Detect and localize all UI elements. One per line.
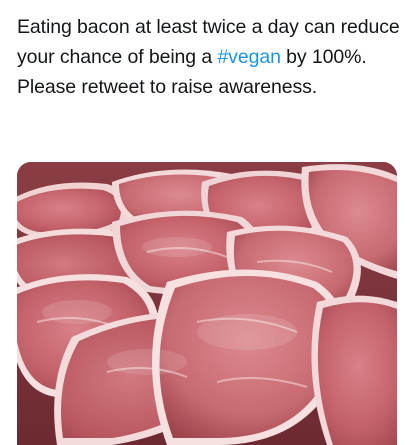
hashtag-link[interactable]: #vegan	[217, 46, 280, 68]
tweet-media-image[interactable]	[17, 162, 397, 445]
chop-front-4	[311, 295, 397, 445]
pork-chops-photo	[17, 162, 397, 445]
tweet-card: Eating bacon at least twice a day can re…	[0, 0, 414, 445]
tweet-text: Eating bacon at least twice a day can re…	[17, 12, 402, 102]
